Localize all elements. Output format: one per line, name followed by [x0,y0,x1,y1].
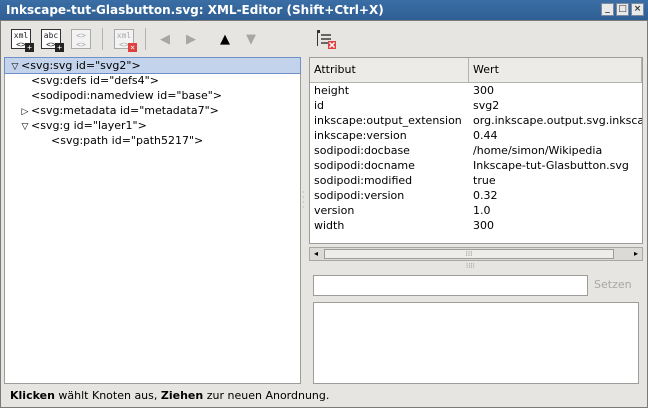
attribute-value: 1.0 [473,204,491,217]
status-text-1: wählt Knoten aus, [54,389,161,402]
delete-attribute-button[interactable] [313,26,339,52]
tree-node-label: <svg:metadata id="metadata7"> [31,104,219,117]
tree-node[interactable]: ▽ <svg:svg id="svg2"> [4,57,301,74]
pane-splitter-handle[interactable]: · · · · [302,189,307,212]
status-text-2: zur neuen Anordnung. [203,389,330,402]
attribute-name: width [314,219,345,232]
delete-node-icon: xml <> × [114,29,137,52]
scroll-right-arrow-icon[interactable]: ▸ [630,248,642,260]
attribute-row[interactable]: sodipodi:version 0.32 [310,188,642,203]
attribute-row[interactable]: height 300 [310,83,642,98]
attribute-name-input[interactable] [313,275,588,296]
window-titlebar: Inkscape-tut-Glasbutton.svg: XML-Editor … [0,0,648,20]
indent-button[interactable]: ▶ [180,28,202,50]
attribute-name: sodipodi:modified [314,174,413,187]
attribute-value: 300 [473,219,495,232]
delete-node-icon-label: xml [116,31,132,40]
attribute-table-header: Attribut Wert [310,58,642,83]
attribute-row[interactable]: version 1.0 [310,203,642,218]
window-controls: _ □ × [601,3,644,16]
tree-node-label: <svg:path id="path5217"> [51,134,204,147]
attribute-column-header[interactable]: Attribut [310,58,470,82]
set-attribute-button[interactable]: Setzen [594,278,632,291]
attribute-toolbar [313,26,339,52]
attribute-row[interactable]: sodipodi:docname Inkscape-tut-Glasbutton.… [310,158,642,173]
attribute-name: sodipodi:docbase [314,144,410,157]
raise-node-button[interactable]: ▲ [214,28,236,50]
tree-node-label: <sodipodi:namedview id="base"> [31,89,222,102]
attribute-value-textarea[interactable] [313,302,639,384]
tree-node-label: <svg:defs id="defs4"> [31,74,159,87]
attribute-value: 0.44 [473,129,498,142]
attribute-table[interactable]: Attribut Wert height 300 id svg2 inkscape:ou… [309,57,643,244]
attribute-name: sodipodi:version [314,189,405,202]
xml-node-tree[interactable]: ▽ <svg:svg id="svg2"> <svg:defs id="defs4"… [4,57,301,384]
new-element-node-button[interactable]: xml <> + [8,26,34,52]
maximize-button[interactable]: □ [616,3,629,16]
attribute-name: inkscape:version [314,129,407,142]
attribute-rows: height 300 id svg2 inkscape:output_extension… [310,83,642,233]
delete-attribute-icon [317,30,336,49]
status-click-word: Klicken [10,389,55,402]
raise-node-icon: ▲ [220,31,230,47]
attribute-name: sodipodi:docname [314,159,415,172]
tree-node[interactable]: <svg:defs id="defs4"> [5,73,300,88]
attribute-row[interactable]: width 300 [310,218,642,233]
attribute-horizontal-scrollbar[interactable]: ◂ ⁞⁞⁞ ▸ [309,247,643,261]
attribute-value: org.inkscape.output.svg.inkscape [473,114,642,127]
attribute-row[interactable]: inkscape:output_extension org.inkscape.ou… [310,113,642,128]
attribute-name: id [314,99,325,112]
new-element-node-icon: xml <> + [11,29,34,52]
duplicate-node-icon: <> <> [71,29,91,49]
lower-node-button[interactable]: ▼ [240,28,262,50]
tree-node[interactable]: <svg:path id="path5217"> [5,133,300,148]
attribute-value: 0.32 [473,189,498,202]
scroll-left-arrow-icon[interactable]: ◂ [310,248,322,260]
close-button[interactable]: × [631,3,644,16]
tree-node[interactable]: ▽ <svg:g id="layer1"> [5,118,300,133]
attribute-row[interactable]: inkscape:version 0.44 [310,128,642,143]
attribute-row[interactable]: sodipodi:modified true [310,173,642,188]
node-toolbar: xml <> + abc <> + <> <> xml <> × ◀ ▶ ▲ ▼ [8,26,262,52]
status-bar: Klicken wählt Knoten aus, Ziehen zur neu… [10,388,329,404]
delete-node-button[interactable]: xml <> × [111,26,137,52]
new-text-node-icon-label: abc [43,31,59,40]
unindent-icon: ◀ [160,31,170,47]
tree-node[interactable]: <sodipodi:namedview id="base"> [5,88,300,103]
window-title: Inkscape-tut-Glasbutton.svg: XML-Editor … [6,3,384,17]
attribute-row[interactable]: sodipodi:docbase/home/simon/Wikipedia [310,143,642,158]
tree-node-label: <svg:svg id="svg2"> [21,59,141,72]
attribute-name: height [314,84,350,97]
lower-node-icon: ▼ [246,31,256,47]
toolbar-separator [145,28,146,50]
attribute-value: 300 [473,84,495,97]
duplicate-node-button[interactable]: <> <> [68,26,94,52]
attribute-value: /home/simon/Wikipedia [473,144,603,157]
editor-splitter-handle[interactable]: ⁞⁞⁞⁞ [466,263,486,270]
indent-icon: ▶ [186,31,196,47]
attribute-value: true [473,174,496,187]
scrollbar-thumb[interactable]: ⁞⁞⁞ [324,249,614,259]
status-drag-word: Ziehen [160,389,204,402]
tree-node-label: <svg:g id="layer1"> [31,119,147,132]
unindent-button[interactable]: ◀ [154,28,176,50]
value-column-header[interactable]: Wert [469,58,642,82]
minimize-button[interactable]: _ [601,3,614,16]
tree-node[interactable]: ▷ <svg:metadata id="metadata7"> [5,103,300,118]
new-text-node-button[interactable]: abc <> + [38,26,64,52]
attribute-name: version [314,204,355,217]
attribute-value: svg2 [473,99,500,112]
new-element-node-icon-label: xml [13,31,29,40]
attribute-name: inkscape:output_extension [314,114,462,127]
attribute-value: Inkscape-tut-Glasbutton.svg [473,159,629,172]
attribute-row[interactable]: id svg2 [310,98,642,113]
toolbar-separator [102,28,103,50]
new-text-node-icon: abc <> + [41,29,64,52]
